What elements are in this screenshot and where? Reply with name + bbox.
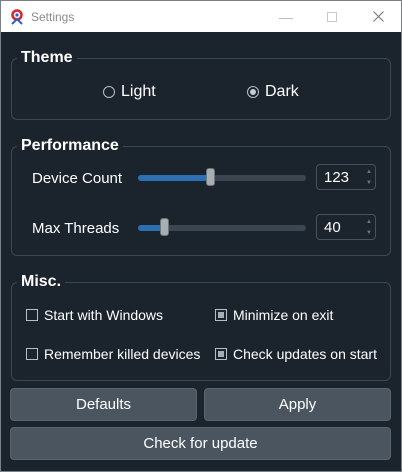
- close-icon: [372, 11, 384, 22]
- device-count-slider-handle[interactable]: [206, 168, 215, 186]
- spin-up-icon[interactable]: ▲: [364, 166, 374, 177]
- max-threads-spinbox[interactable]: 40 ▲ ▼: [316, 214, 376, 240]
- misc-group: Misc. Start with Windows Minimize on exi…: [11, 273, 391, 381]
- defaults-button[interactable]: Defaults: [10, 388, 197, 421]
- app-logo-icon: [11, 9, 23, 25]
- theme-group-title: Theme: [17, 49, 77, 67]
- checkbox-box-checked[interactable]: [215, 348, 227, 360]
- max-threads-slider[interactable]: [138, 218, 306, 236]
- minimize-on-exit-label: Minimize on exit: [233, 307, 334, 323]
- spin-up-icon[interactable]: ▲: [364, 216, 374, 227]
- check-for-update-button[interactable]: Check for update: [10, 427, 391, 460]
- max-threads-value[interactable]: 40: [324, 219, 341, 236]
- misc-group-title: Misc.: [17, 273, 66, 291]
- window-title: Settings: [31, 10, 75, 24]
- theme-dark-label: Dark: [265, 83, 299, 100]
- max-threads-slider-handle[interactable]: [160, 218, 169, 236]
- performance-group-title: Performance: [17, 137, 123, 155]
- radio-circle[interactable]: [103, 86, 115, 98]
- minimize-button[interactable]: —: [263, 1, 309, 32]
- theme-dark-radio[interactable]: Dark: [247, 83, 299, 101]
- radio-circle-checked[interactable]: [247, 86, 259, 98]
- max-threads-label: Max Threads: [32, 220, 120, 237]
- device-count-value[interactable]: 123: [324, 169, 349, 186]
- start-with-windows-checkbox[interactable]: Start with Windows: [26, 307, 163, 323]
- theme-light-radio[interactable]: Light: [103, 83, 156, 101]
- remember-killed-devices-checkbox[interactable]: Remember killed devices: [26, 346, 200, 362]
- start-with-windows-label: Start with Windows: [44, 307, 164, 323]
- device-count-spinbox[interactable]: 123 ▲ ▼: [316, 164, 376, 190]
- remember-killed-devices-label: Remember killed devices: [44, 346, 201, 362]
- check-updates-on-start-label: Check updates on start: [233, 346, 377, 362]
- device-count-label: Device Count: [32, 170, 123, 187]
- title-bar[interactable]: Settings —: [1, 1, 401, 32]
- checkbox-box-checked[interactable]: [215, 309, 227, 321]
- performance-group: Performance Device Count 123 ▲ ▼ Max Thr…: [11, 137, 391, 256]
- checkbox-box[interactable]: [26, 309, 38, 321]
- spin-down-icon[interactable]: ▼: [364, 227, 374, 238]
- close-button[interactable]: [355, 1, 401, 32]
- check-updates-on-start-checkbox[interactable]: Check updates on start: [215, 346, 377, 362]
- settings-window: Settings — Theme Light Dark Performance …: [0, 0, 402, 472]
- device-count-slider-fill: [138, 175, 211, 181]
- apply-button[interactable]: Apply: [204, 388, 391, 421]
- minimize-on-exit-checkbox[interactable]: Minimize on exit: [215, 307, 333, 323]
- theme-light-label: Light: [121, 83, 156, 100]
- device-count-spin-arrows[interactable]: ▲ ▼: [364, 166, 374, 188]
- max-threads-spin-arrows[interactable]: ▲ ▼: [364, 216, 374, 238]
- spin-down-icon[interactable]: ▼: [364, 177, 374, 188]
- maximize-button[interactable]: [309, 1, 355, 32]
- maximize-icon: [327, 11, 337, 22]
- minimize-icon: —: [279, 8, 293, 25]
- checkbox-box[interactable]: [26, 348, 38, 360]
- theme-group: Theme Light Dark: [11, 49, 391, 120]
- device-count-slider[interactable]: [138, 168, 306, 186]
